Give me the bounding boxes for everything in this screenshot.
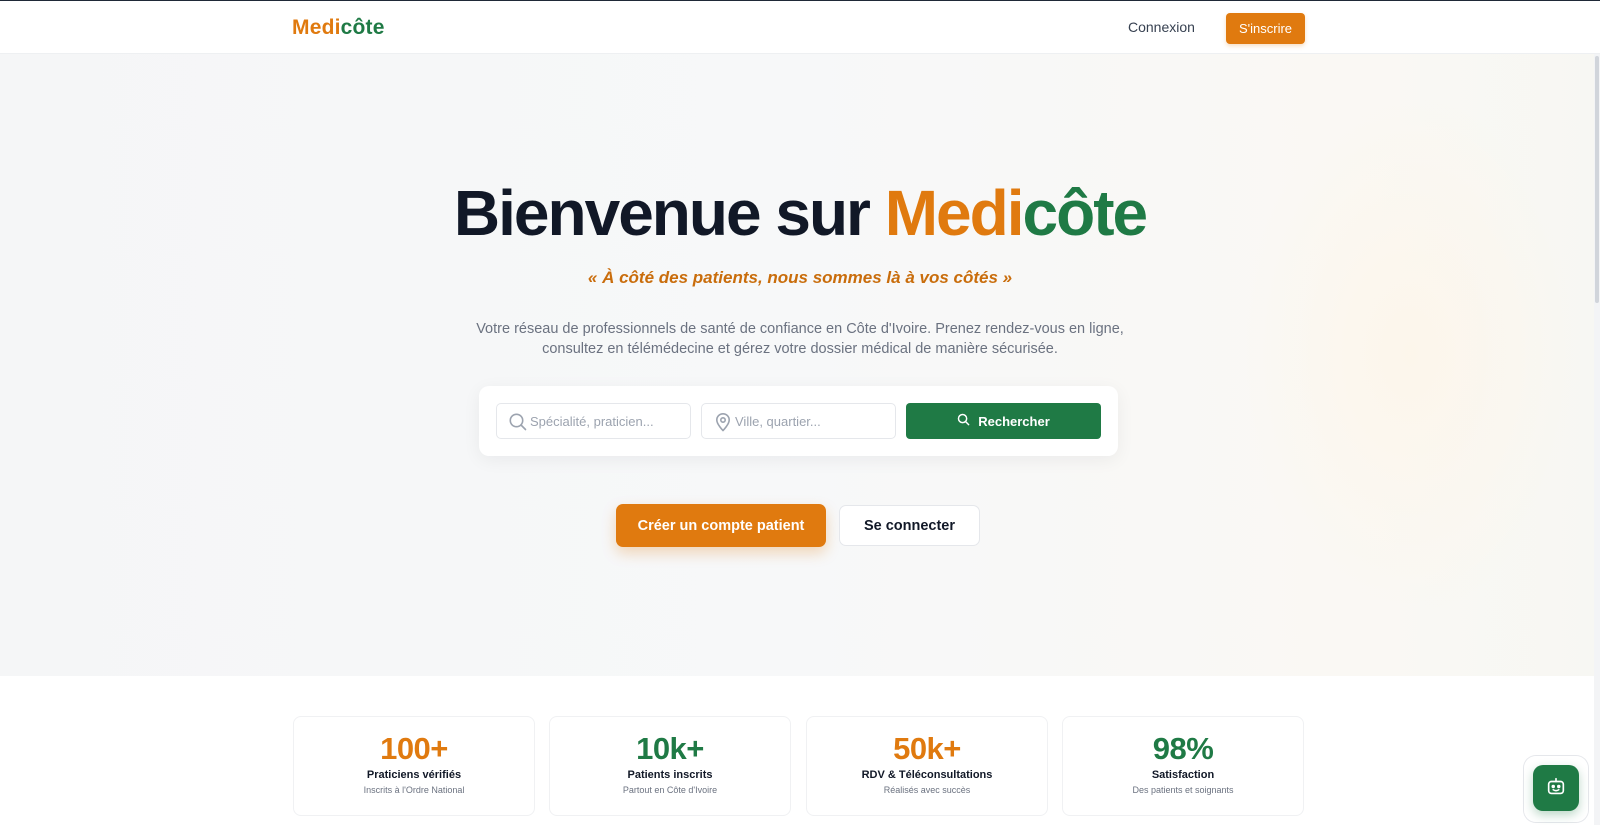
hero-title: Bienvenue sur Medicôte (0, 176, 1600, 250)
stat-sublabel: Réalisés avec succès (883, 785, 971, 795)
specialty-field[interactable] (496, 403, 691, 439)
search-button-label: Rechercher (978, 413, 1050, 429)
logo-part-cote: côte (340, 16, 385, 39)
stat-card-patients: 10k+ Patients inscrits Partout en Côte d… (549, 716, 791, 816)
stat-sublabel: Des patients et soignants (1132, 785, 1234, 795)
stat-label: Patients inscrits (627, 769, 713, 781)
stat-card-satisfaction: 98% Satisfaction Des patients et soignan… (1062, 716, 1304, 816)
map-pin-icon (713, 412, 733, 432)
signup-button[interactable]: S'inscrire (1226, 13, 1305, 44)
hero-description-line-2: consultez en télémédecine et gérez votre… (542, 341, 1058, 357)
stat-value: 100+ (380, 731, 448, 766)
stat-sublabel: Inscrits à l'Ordre National (363, 785, 465, 795)
logo-part-medi: Medi (292, 16, 341, 39)
search-card: Rechercher (479, 386, 1118, 456)
stat-value: 98% (1152, 731, 1214, 766)
search-icon (508, 412, 528, 432)
stat-label: Satisfaction (1151, 769, 1215, 781)
hero-title-prefix: Bienvenue sur (453, 177, 885, 249)
hero-tagline: « À côté des patients, nous sommes là à … (587, 268, 1013, 287)
create-patient-account-button[interactable]: Créer un compte patient (616, 504, 826, 547)
scrollbar-thumb[interactable] (1595, 56, 1599, 303)
location-input[interactable] (735, 405, 890, 437)
login-link[interactable]: Connexion (1128, 19, 1195, 35)
stat-value: 50k+ (893, 731, 961, 766)
stat-value: 10k+ (636, 731, 704, 766)
location-field[interactable] (701, 403, 896, 439)
search-button[interactable]: Rechercher (906, 403, 1101, 439)
stat-card-appointments: 50k+ RDV & Téléconsultations Réalisés av… (806, 716, 1048, 816)
stat-sublabel: Partout en Côte d'Ivoire (622, 785, 718, 795)
stat-card-practitioners: 100+ Praticiens vérifiés Inscrits à l'Or… (293, 716, 535, 816)
brand-logo[interactable]: Medicôte (292, 16, 385, 40)
hero-section: Bienvenue sur Medicôte « À côté des pati… (0, 54, 1600, 676)
stat-label: RDV & Téléconsultations (861, 769, 993, 781)
stats-section: 100+ Praticiens vérifiés Inscrits à l'Or… (0, 676, 1600, 825)
chatbot-button[interactable] (1533, 765, 1579, 811)
stat-label: Praticiens vérifiés (366, 769, 462, 781)
chatbot-icon (1545, 776, 1567, 801)
hero-background-glow (1240, 94, 1580, 614)
hero-description: Votre réseau de professionnels de santé … (470, 319, 1130, 359)
hero-description-line-1: Votre réseau de professionnels de santé … (476, 321, 1124, 337)
search-button-icon (957, 413, 970, 429)
hero-title-brand-medi: Medi (884, 177, 1025, 249)
specialty-input[interactable] (530, 405, 685, 437)
login-button[interactable]: Se connecter (839, 505, 980, 546)
hero-title-brand-cote: côte (1022, 177, 1149, 249)
top-navbar: Medicôte Connexion S'inscrire (0, 1, 1600, 54)
